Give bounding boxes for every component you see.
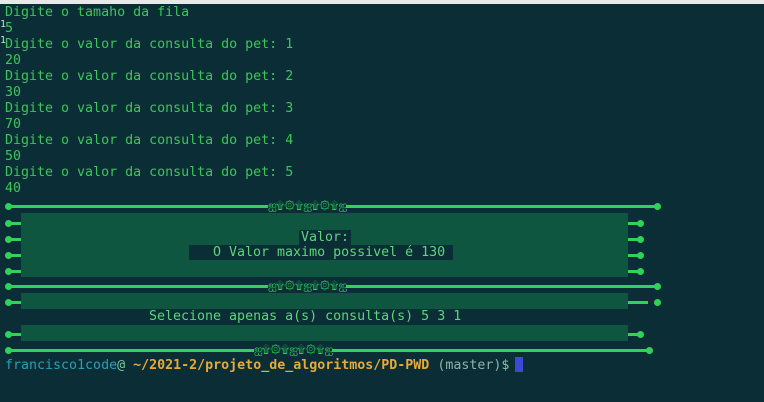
border-dot	[637, 331, 644, 338]
output-line: Digite o valor da consulta do pet: 5	[5, 165, 294, 180]
text-cursor[interactable]	[515, 357, 524, 372]
border-dot	[5, 268, 12, 275]
prompt-user: francisco1code	[5, 358, 118, 373]
ornament: ஐ۩۞۩ஐ۩۞۩ஐ	[268, 279, 347, 292]
border-dot	[5, 283, 12, 290]
output-line: Digite o valor da consulta do pet: 3	[5, 101, 294, 116]
prompt-branch: (master)	[437, 358, 502, 373]
prompt-path: ~/2021-2/projeto_de_algoritmos/PD-PWD	[133, 358, 430, 373]
panel-side-line	[628, 301, 648, 304]
window-top-border	[0, 0, 764, 4]
shell-prompt[interactable]: francisco1code@ ~/2021-2/projeto_de_algo…	[5, 357, 524, 374]
ornament: ஐ۩۞۩ஐ۩۞۩ஐ	[268, 199, 347, 212]
output-line: Digite o valor da consulta do pet: 1	[5, 37, 294, 52]
border-dot	[646, 347, 653, 354]
border-dot	[5, 252, 12, 259]
output-line: 20	[5, 53, 22, 68]
border-dot	[637, 252, 644, 259]
output-line: 70	[5, 117, 22, 132]
border-dot	[654, 203, 661, 210]
border-dot	[5, 299, 12, 306]
prompt-at: @	[117, 358, 126, 373]
output-line: Digite o valor da consulta do pet: 2	[5, 69, 294, 84]
output-line: Digite o tamaho da fila	[5, 5, 190, 20]
terminal-output: Digite o tamaho da fila 5 Digite o valor…	[5, 5, 764, 197]
border-dot	[5, 347, 12, 354]
selection-panel-footer	[21, 325, 628, 341]
output-line: 5	[5, 21, 14, 36]
output-line: 50	[5, 149, 22, 164]
output-line: 40	[5, 181, 22, 196]
border-dot	[637, 268, 644, 275]
selection-panel	[21, 293, 628, 309]
border-dot	[654, 299, 661, 306]
ornament: ஐ۩۞۩ஐ۩۞۩ஐ	[254, 343, 333, 356]
max-value-text: O Valor maximo possivel é 130	[189, 245, 454, 261]
border-dot	[5, 236, 12, 243]
output-line: Digite o valor da consulta do pet: 4	[5, 133, 294, 148]
border-dot	[5, 220, 12, 227]
border-dot	[637, 236, 644, 243]
border-dot	[5, 331, 12, 338]
prompt-symbol: $	[501, 358, 510, 373]
selection-text: Selecione apenas a(s) consulta(s) 5 3 1	[149, 309, 462, 324]
border-dot	[654, 283, 661, 290]
border-dot	[5, 203, 12, 210]
value-label: Valor:	[299, 230, 352, 245]
border-dot	[637, 220, 644, 227]
output-line: 30	[5, 85, 22, 100]
